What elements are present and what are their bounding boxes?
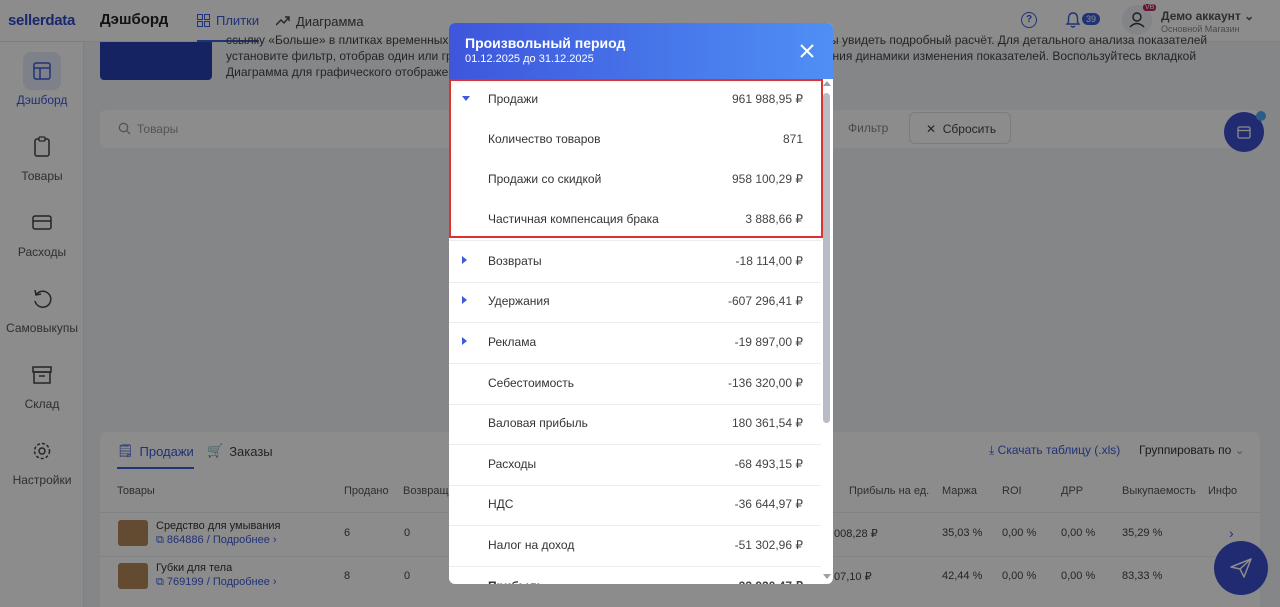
metric-label: Налог на доход xyxy=(488,538,575,552)
metric-label: Валовая прибыль xyxy=(488,416,588,430)
metric-value: -607 296,41 ₽ xyxy=(727,294,803,308)
metric-label: Продажи xyxy=(488,92,539,106)
metric-row: Продажи со скидкой 958 100,29 ₽ xyxy=(449,159,821,199)
metric-label: Количество товаров xyxy=(488,132,601,146)
metric-value: -136 320,00 ₽ xyxy=(727,376,803,390)
metric-value: 958 100,29 ₽ xyxy=(731,172,803,186)
metric-label: Расходы xyxy=(488,457,537,471)
caret-down-icon[interactable] xyxy=(462,96,470,101)
modal-period: 01.12.2025 до 31.12.2025 xyxy=(465,53,594,65)
scroll-up-arrow[interactable] xyxy=(823,81,831,86)
scrollbar-thumb[interactable] xyxy=(823,93,830,423)
scroll-down-arrow[interactable] xyxy=(823,574,831,579)
metric-label: Прибыль xyxy=(488,579,544,584)
period-modal: Произвольный период 01.12.2025 до 31.12.… xyxy=(449,23,833,584)
metric-value: 23 920,47 ₽ xyxy=(739,579,803,584)
metric-value: -36 644,97 ₽ xyxy=(734,497,803,511)
caret-right-icon[interactable] xyxy=(462,296,467,304)
metric-row[interactable]: Удержания -607 296,41 ₽ xyxy=(449,281,821,321)
metric-value: 871 xyxy=(782,132,803,146)
caret-right-icon[interactable] xyxy=(462,256,467,264)
metric-row[interactable]: Реклама -19 897,00 ₽ xyxy=(449,322,821,362)
metric-row: НДС -36 644,97 ₽ xyxy=(449,484,821,524)
metric-row[interactable]: Возвраты -18 114,00 ₽ xyxy=(449,241,821,281)
metric-label: НДС xyxy=(488,497,514,511)
metric-value: -19 897,00 ₽ xyxy=(734,335,803,349)
metric-value: 961 988,95 ₽ xyxy=(731,92,803,106)
modal-header: Произвольный период 01.12.2025 до 31.12.… xyxy=(449,23,833,79)
metric-value: -51 302,96 ₽ xyxy=(734,538,803,552)
metric-value: -68 493,15 ₽ xyxy=(734,457,803,471)
metric-label: Возвраты xyxy=(488,254,542,268)
metric-label: Удержания xyxy=(488,294,550,308)
metric-label: Частичная компенсация брака xyxy=(488,212,659,226)
metric-row: Количество товаров 871 xyxy=(449,119,821,159)
metric-row: Налог на доход -51 302,96 ₽ xyxy=(449,525,821,565)
metric-row: Себестоимость -136 320,00 ₽ xyxy=(449,363,821,403)
metric-row: Частичная компенсация брака 3 888,66 ₽ xyxy=(449,199,821,239)
metric-row: Расходы -68 493,15 ₽ xyxy=(449,444,821,484)
metric-label: Продажи со скидкой xyxy=(488,172,602,186)
metric-value: 3 888,66 ₽ xyxy=(745,212,803,226)
metric-value: 180 361,54 ₽ xyxy=(731,416,803,430)
close-icon[interactable] xyxy=(797,41,817,61)
metric-row: Валовая прибыль 180 361,54 ₽ xyxy=(449,403,821,443)
caret-right-icon[interactable] xyxy=(462,337,467,345)
metric-value: -18 114,00 ₽ xyxy=(735,254,803,268)
metric-row: Прибыль 23 920,47 ₽ xyxy=(449,566,821,584)
metric-row[interactable]: Продажи 961 988,95 ₽ xyxy=(449,79,821,119)
modal-title: Произвольный период xyxy=(465,35,626,51)
metric-label: Себестоимость xyxy=(488,376,575,390)
metric-label: Реклама xyxy=(488,335,537,349)
